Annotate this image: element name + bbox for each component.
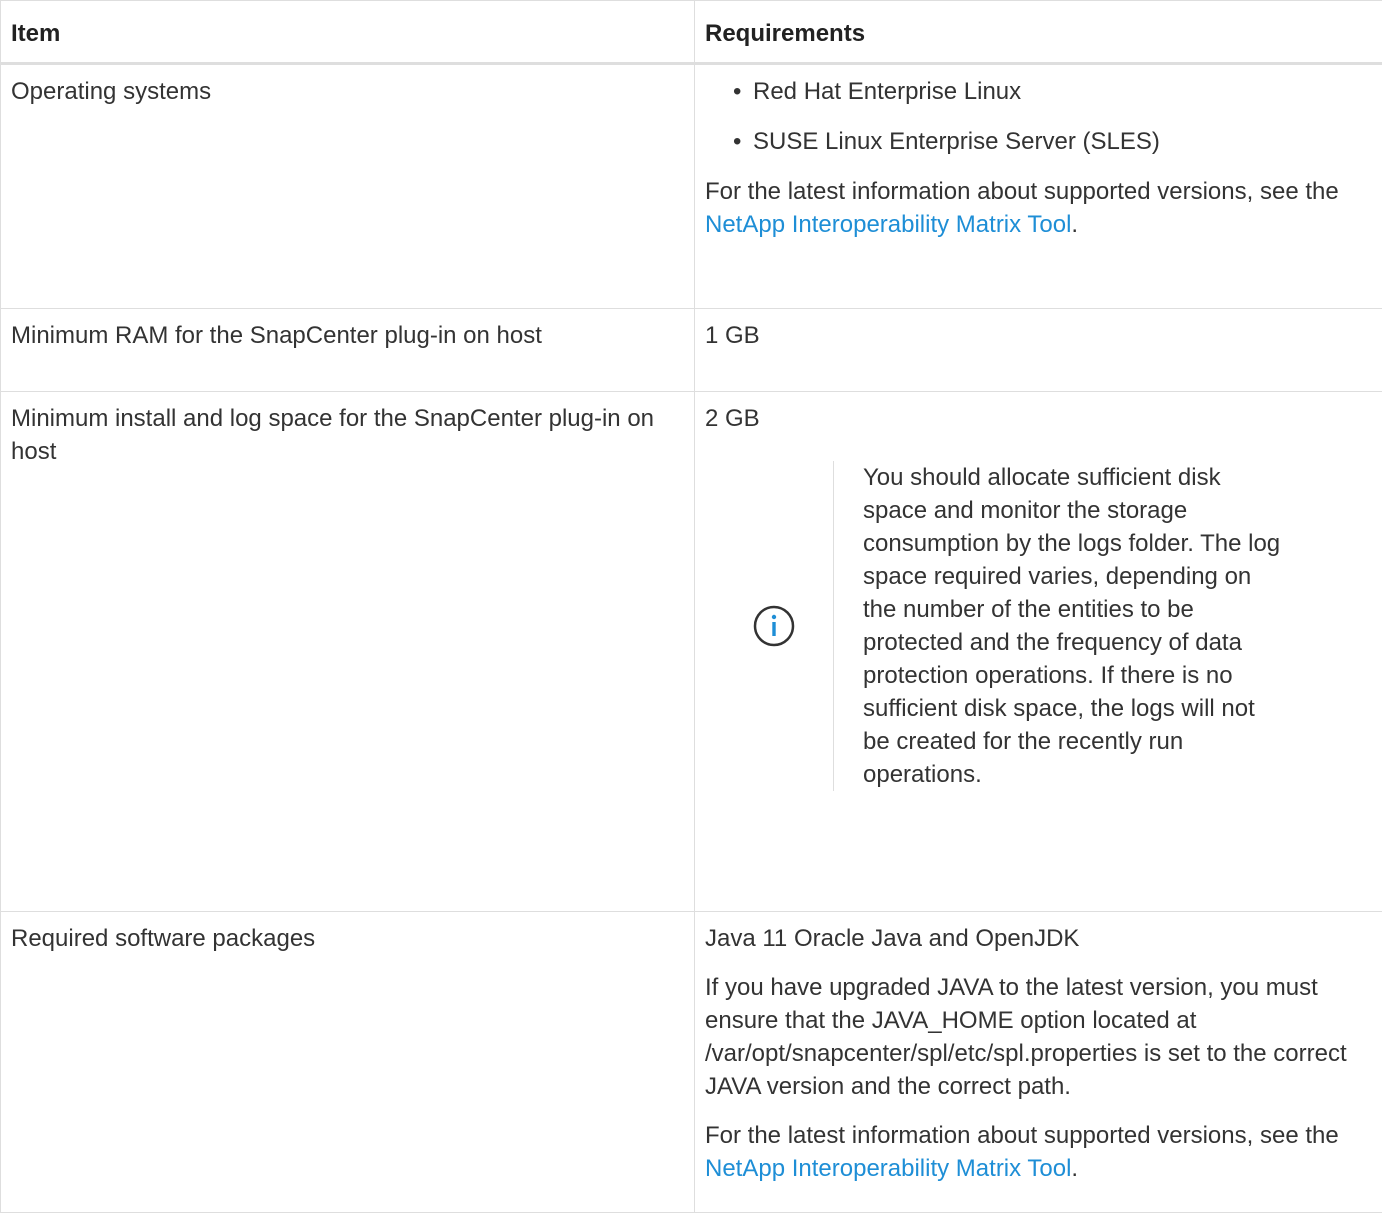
list-item: • Red Hat Enterprise Linux xyxy=(729,75,1366,108)
java-requirement: Java 11 Oracle Java and OpenJDK xyxy=(705,922,1366,955)
item-label: Minimum RAM for the SnapCenter plug-in o… xyxy=(1,309,694,362)
item-label: Operating systems xyxy=(1,65,694,118)
table-header-row: Item Requirements xyxy=(1,1,1382,64)
table-row: Minimum install and log space for the Sn… xyxy=(1,392,1382,912)
item-cell: Operating systems xyxy=(1,64,695,309)
header-item: Item xyxy=(1,1,695,64)
table-row: Required software packages Java 11 Oracl… xyxy=(1,912,1382,1213)
requirements-cell: • Red Hat Enterprise Linux • SUSE Linux … xyxy=(695,64,1382,309)
note-admonition: You should allocate sufficient disk spac… xyxy=(705,461,1366,821)
os-item-label: SUSE Linux Enterprise Server (SLES) xyxy=(753,128,1160,155)
item-cell: Minimum install and log space for the Sn… xyxy=(1,392,695,912)
header-requirements: Requirements xyxy=(695,1,1382,64)
table-row: Operating systems • Red Hat Enterprise L… xyxy=(1,64,1382,309)
item-cell: Required software packages xyxy=(1,912,695,1213)
list-item: • SUSE Linux Enterprise Server (SLES) xyxy=(729,125,1366,158)
requirements-cell: Java 11 Oracle Java and OpenJDK If you h… xyxy=(695,912,1382,1213)
requirements-table: Item Requirements Operating systems • Re… xyxy=(0,0,1382,1213)
support-info-suffix: . xyxy=(1071,1155,1078,1182)
info-icon xyxy=(752,604,796,648)
note-icon-column xyxy=(705,461,833,791)
install-space-value: 2 GB xyxy=(705,402,1366,435)
support-info-text: For the latest information about support… xyxy=(705,1119,1366,1185)
item-label: Required software packages xyxy=(1,912,694,965)
interoperability-matrix-link[interactable]: NetApp Interoperability Matrix Tool xyxy=(705,211,1071,238)
table-row: Minimum RAM for the SnapCenter plug-in o… xyxy=(1,309,1382,392)
item-cell: Minimum RAM for the SnapCenter plug-in o… xyxy=(1,309,695,392)
requirements-cell: 2 GB You should allocate sufficient disk… xyxy=(695,392,1382,912)
java-upgrade-text: If you have upgraded JAVA to the latest … xyxy=(705,971,1366,1103)
ram-value: 1 GB xyxy=(695,309,1382,362)
os-item-label: Red Hat Enterprise Linux xyxy=(753,78,1021,105)
support-info-prefix: For the latest information about support… xyxy=(705,178,1339,205)
interoperability-matrix-link[interactable]: NetApp Interoperability Matrix Tool xyxy=(705,1155,1071,1182)
bullet-dot-icon: • xyxy=(733,75,741,108)
bullet-dot-icon: • xyxy=(733,125,741,158)
support-info-suffix: . xyxy=(1071,211,1078,238)
note-text: You should allocate sufficient disk spac… xyxy=(834,461,1283,791)
os-list: • Red Hat Enterprise Linux • SUSE Linux … xyxy=(705,75,1366,158)
support-info-text: For the latest information about support… xyxy=(705,175,1366,241)
item-label: Minimum install and log space for the Sn… xyxy=(1,392,694,478)
support-info-prefix: For the latest information about support… xyxy=(705,1122,1339,1149)
requirements-cell: 1 GB xyxy=(695,309,1382,392)
